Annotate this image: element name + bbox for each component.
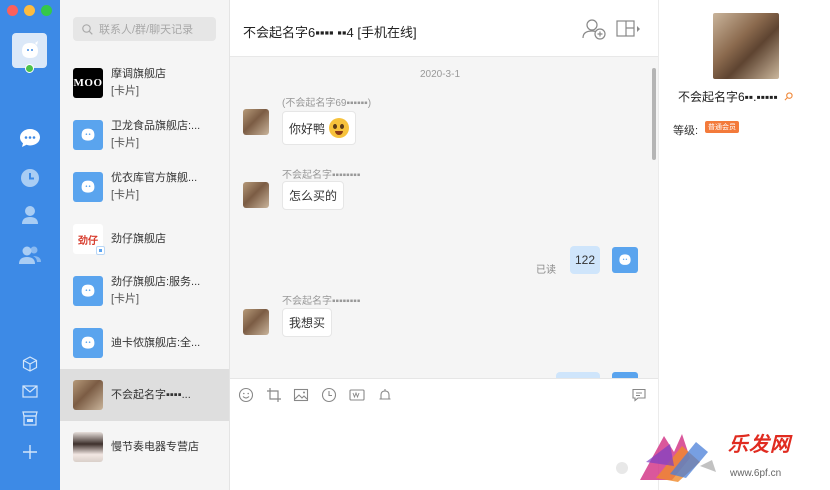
message-scrollbar[interactable] [650, 64, 658, 376]
sender-avatar[interactable] [243, 182, 269, 208]
mascot-icon [81, 284, 95, 297]
sender-name: (不会起名字69▪▪▪▪▪▪) [282, 98, 372, 109]
add-icon[interactable] [18, 440, 42, 464]
conversation-preview: [卡片] [111, 293, 140, 305]
image-icon[interactable] [293, 387, 309, 403]
close-window-button[interactable] [7, 5, 18, 16]
emoji-icon[interactable] [238, 387, 254, 403]
search-input[interactable]: 联系人/群/聊天记录 [73, 17, 216, 41]
input-toolbar [230, 378, 658, 410]
chat-panel: 不会起名字6▪▪▪▪ ▪▪4 [手机在线] 2020-3-1 (不会起名字69▪… [230, 0, 658, 490]
shop-logo-avatar: MOO [73, 68, 103, 98]
sender-avatar[interactable] [243, 309, 269, 335]
message-text: 我想买 [289, 316, 326, 330]
message-history: 2020-3-1 (不会起名字69▪▪▪▪▪▪) 你好鸭 不会起名字▪▪▪▪▪▪… [230, 58, 658, 378]
conversation-item[interactable]: 劲仔旗舰店:服务... [卡片] [60, 265, 229, 317]
chat-title: 不会起名字6▪▪▪▪ ▪▪4 [手机在线] [243, 25, 417, 40]
shop-icon[interactable] [18, 406, 42, 430]
shop-avatar [73, 432, 103, 462]
profile-panel: 不会起名字6▪▪.▪▪▪▪▪ 等级: 普通会员 [658, 0, 830, 490]
add-contact-icon[interactable] [582, 18, 606, 40]
my-avatar[interactable] [12, 33, 47, 68]
watermark-brand: 乐发网 [728, 432, 791, 456]
message-text: 你好鸭 [289, 121, 326, 136]
search-placeholder: 联系人/群/聊天记录 [99, 24, 194, 36]
mascot-icon [81, 128, 95, 141]
mascot-avatar [73, 120, 103, 150]
recent-clock-icon[interactable] [18, 166, 42, 190]
message-bubble[interactable]: 我想买 [282, 308, 333, 337]
messages-icon[interactable] [18, 126, 42, 150]
profile-avatar[interactable] [713, 13, 779, 79]
message-bubble[interactable]: 你好鸭 [282, 111, 357, 145]
video-call-icon[interactable] [349, 387, 365, 403]
contacts-person-icon[interactable] [18, 203, 42, 227]
chat-header: 不会起名字6▪▪▪▪ ▪▪4 [手机在线] [230, 0, 658, 57]
app-window: 联系人/群/聊天记录 MOO 摩调旗舰店 [卡片] 卫龙食品旗舰店:... [卡片]… [0, 0, 830, 490]
watermark-url: www.6pf.cn [730, 468, 782, 479]
mail-icon[interactable] [18, 379, 42, 403]
date-separator: 2020-3-1 [419, 69, 461, 80]
conversation-name: 迪卡侬旗舰店:全... [111, 336, 201, 349]
mascot-icon [21, 40, 38, 58]
conversation-preview: [卡片] [111, 85, 140, 97]
minimize-window-button[interactable] [24, 5, 35, 16]
shake-bell-icon[interactable] [377, 387, 393, 403]
sender-name: 不会起名字▪▪▪▪▪▪▪▪ [282, 170, 361, 181]
conversation-name: 不会起名字▪▪▪▪... [111, 388, 191, 401]
screenshot-crop-icon[interactable] [266, 387, 282, 403]
online-status-icon [25, 64, 34, 73]
message-input[interactable] [230, 410, 658, 490]
conversation-item-active[interactable]: 不会起名字▪▪▪▪... [60, 369, 229, 421]
member-level-badge: 普通会员 [705, 121, 739, 133]
cube-icon[interactable] [18, 352, 42, 376]
mascot-avatar [73, 276, 103, 306]
message-text: 怎么买的 [289, 189, 338, 203]
search-icon [82, 23, 93, 35]
conversation-items: MOO 摩调旗舰店 [卡片] 卫龙食品旗舰店:... [卡片] 优衣库官方旗舰...… [60, 57, 229, 473]
my-avatar-small[interactable] [612, 247, 638, 273]
conversation-item[interactable]: 劲仔 劲仔旗舰店 [60, 213, 229, 265]
history-clock-icon[interactable] [321, 387, 337, 403]
mascot-icon [81, 336, 95, 349]
shop-badge-icon [96, 246, 105, 255]
conversation-name: 优衣库官方旗舰... [111, 172, 198, 184]
conversation-preview: [卡片] [111, 137, 140, 149]
mascot-avatar [73, 328, 103, 358]
scrollbar-thumb[interactable] [652, 68, 656, 160]
conversation-item[interactable]: MOO 摩调旗舰店 [卡片] [60, 57, 229, 109]
conversation-name: 卫龙食品旗舰店:... [111, 120, 201, 132]
conversation-item[interactable]: 卫龙食品旗舰店:... [卡片] [60, 109, 229, 161]
crying-emoji-icon [329, 118, 350, 138]
conversation-item[interactable]: 慢节奏电器专营店 [60, 421, 229, 473]
watermark-logo-icon [616, 434, 716, 482]
conversation-list: 联系人/群/聊天记录 MOO 摩调旗舰店 [卡片] 卫龙食品旗舰店:... [卡片]… [60, 0, 230, 490]
chat-bubble-icon[interactable] [631, 387, 647, 403]
mascot-avatar [73, 172, 103, 202]
mascot-icon [619, 254, 631, 265]
maximize-window-button[interactable] [41, 5, 52, 16]
conversation-preview: [卡片] [111, 189, 140, 201]
message-bubble[interactable]: 怎么买的 [282, 181, 345, 210]
conversation-name: 慢节奏电器专营店 [111, 440, 199, 453]
conversation-name: 摩调旗舰店 [111, 68, 166, 80]
profile-name: 不会起名字6▪▪.▪▪▪▪▪ [678, 88, 793, 105]
profile-name-text: 不会起名字6▪▪.▪▪▪▪▪ [678, 90, 778, 104]
conversation-name: 劲仔旗舰店 [111, 232, 166, 245]
conversation-item[interactable]: 迪卡侬旗舰店:全... [60, 317, 229, 369]
sender-name: 不会起名字▪▪▪▪▪▪▪▪ [282, 296, 361, 307]
level-label: 等级: [673, 125, 699, 137]
left-rail [0, 0, 60, 490]
window-controls [7, 5, 52, 16]
search-icon[interactable] [784, 92, 793, 101]
conversation-name: 劲仔旗舰店:服务... [111, 276, 201, 288]
sender-avatar[interactable] [243, 109, 269, 135]
message-bubble-outgoing[interactable]: 122 [570, 246, 600, 274]
user-avatar [73, 380, 103, 410]
mascot-icon [81, 180, 95, 193]
conversation-item[interactable]: 优衣库官方旗舰... [卡片] [60, 161, 229, 213]
groups-icon[interactable] [18, 243, 42, 267]
layout-toggle-icon[interactable] [616, 18, 640, 40]
read-receipt: 已读 [536, 265, 556, 276]
